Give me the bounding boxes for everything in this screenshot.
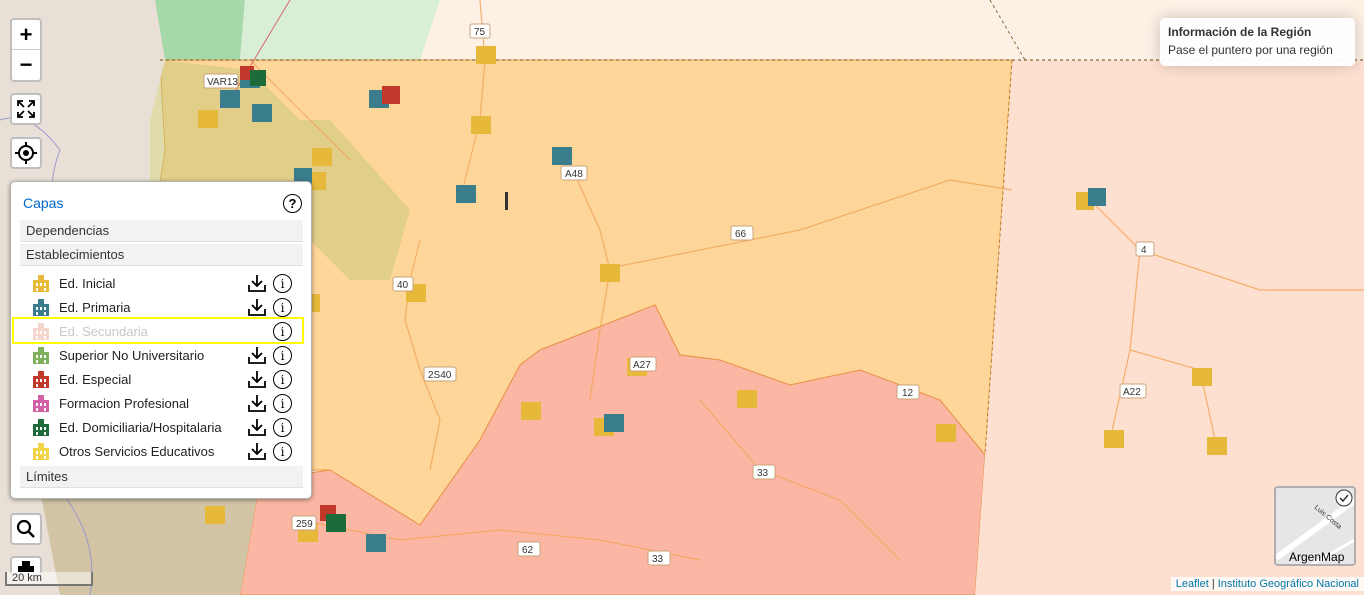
highlight-box bbox=[12, 317, 304, 344]
svg-text:VAR13: VAR13 bbox=[207, 77, 238, 88]
svg-text:A48: A48 bbox=[565, 169, 583, 180]
locate-button[interactable] bbox=[10, 137, 42, 169]
download-icon[interactable] bbox=[248, 394, 266, 412]
svg-text:2S40: 2S40 bbox=[428, 370, 452, 381]
zoom-out-button[interactable]: − bbox=[12, 50, 40, 80]
download-icon[interactable] bbox=[248, 298, 266, 316]
school-icon bbox=[33, 395, 49, 412]
layers-header[interactable]: Capas bbox=[23, 195, 63, 211]
attribution-separator: | bbox=[1208, 578, 1218, 590]
school-icon bbox=[33, 347, 49, 364]
layer-label: Ed. Inicial bbox=[59, 275, 116, 291]
layer-label: Ed. Domiciliaria/Hospitalaria bbox=[59, 419, 222, 435]
svg-text:A27: A27 bbox=[633, 360, 651, 371]
info-icon[interactable]: i bbox=[273, 274, 292, 293]
search-button[interactable] bbox=[10, 513, 42, 545]
region-light-green bbox=[240, 0, 440, 60]
layer-label: Ed. Primaria bbox=[59, 299, 131, 315]
svg-text:A22: A22 bbox=[1123, 387, 1141, 398]
region-info-subtitle: Pase el puntero por una región bbox=[1168, 43, 1333, 57]
school-icon bbox=[33, 371, 49, 388]
search-icon bbox=[16, 519, 35, 538]
download-icon[interactable] bbox=[248, 346, 266, 364]
section-establecimientos[interactable]: Establecimientos bbox=[20, 244, 303, 266]
section-dependencias[interactable]: Dependencias bbox=[20, 220, 303, 242]
region-info-title: Información de la Región bbox=[1168, 25, 1312, 39]
info-icon[interactable]: i bbox=[273, 418, 292, 437]
svg-text:4: 4 bbox=[1141, 245, 1147, 256]
info-icon[interactable]: i bbox=[273, 298, 292, 317]
layer-row[interactable]: Superior No Universitario i bbox=[31, 343, 303, 367]
info-icon[interactable]: i bbox=[273, 394, 292, 413]
svg-text:12: 12 bbox=[902, 388, 914, 399]
download-icon[interactable] bbox=[248, 418, 266, 436]
school-icon bbox=[33, 299, 49, 316]
svg-text:33: 33 bbox=[757, 468, 769, 479]
download-icon[interactable] bbox=[248, 370, 266, 388]
zoom-in-button[interactable]: + bbox=[12, 20, 40, 50]
text-cursor bbox=[505, 192, 508, 210]
info-icon[interactable]: i bbox=[273, 370, 292, 389]
minimap-label: ArgenMap bbox=[1289, 550, 1345, 564]
crosshair-icon bbox=[15, 142, 37, 164]
region-green bbox=[155, 0, 245, 60]
section-limites[interactable]: Límites bbox=[20, 466, 303, 488]
layer-row[interactable]: Ed. Especial i bbox=[31, 367, 303, 391]
layer-row[interactable]: Otros Servicios Educativos i bbox=[31, 439, 303, 463]
layer-label: Otros Servicios Educativos bbox=[59, 443, 215, 459]
layer-row[interactable]: Formacion Profesional i bbox=[31, 391, 303, 415]
school-icon bbox=[33, 275, 49, 292]
download-icon[interactable] bbox=[248, 442, 266, 460]
fullscreen-button[interactable] bbox=[10, 93, 42, 125]
svg-text:75: 75 bbox=[474, 27, 486, 38]
layer-row[interactable]: Ed. Inicial i bbox=[31, 271, 303, 295]
info-icon[interactable]: i bbox=[273, 442, 292, 461]
zoom-control: + − bbox=[10, 18, 42, 82]
school-icon bbox=[33, 443, 49, 460]
leaflet-link[interactable]: Leaflet bbox=[1176, 578, 1209, 590]
layer-row[interactable]: Ed. Domiciliaria/Hospitalaria i bbox=[31, 415, 303, 439]
fullscreen-icon bbox=[17, 100, 35, 118]
scale-bar: 20 km bbox=[5, 572, 93, 586]
attribution: Leaflet | Instituto Geográfico Nacional bbox=[1170, 577, 1364, 591]
ign-link[interactable]: Instituto Geográfico Nacional bbox=[1218, 578, 1359, 590]
svg-text:33: 33 bbox=[652, 554, 664, 565]
layer-row[interactable]: Ed. Primaria i bbox=[31, 295, 303, 319]
info-icon[interactable]: i bbox=[273, 346, 292, 365]
help-icon[interactable]: ? bbox=[283, 194, 302, 213]
svg-text:62: 62 bbox=[522, 545, 534, 556]
layer-label: Formacion Profesional bbox=[59, 395, 190, 411]
layer-label: Ed. Especial bbox=[59, 371, 132, 387]
region-info-panel: Información de la Región Pase el puntero… bbox=[1160, 18, 1355, 66]
printer-icon bbox=[18, 561, 34, 572]
minimap[interactable]: Luis Costa ArgenMap bbox=[1274, 486, 1356, 566]
layer-label: Superior No Universitario bbox=[59, 347, 205, 363]
svg-text:66: 66 bbox=[735, 229, 747, 240]
school-icon bbox=[33, 419, 49, 436]
svg-text:259: 259 bbox=[296, 519, 313, 530]
svg-text:40: 40 bbox=[397, 280, 409, 291]
download-icon[interactable] bbox=[248, 274, 266, 292]
